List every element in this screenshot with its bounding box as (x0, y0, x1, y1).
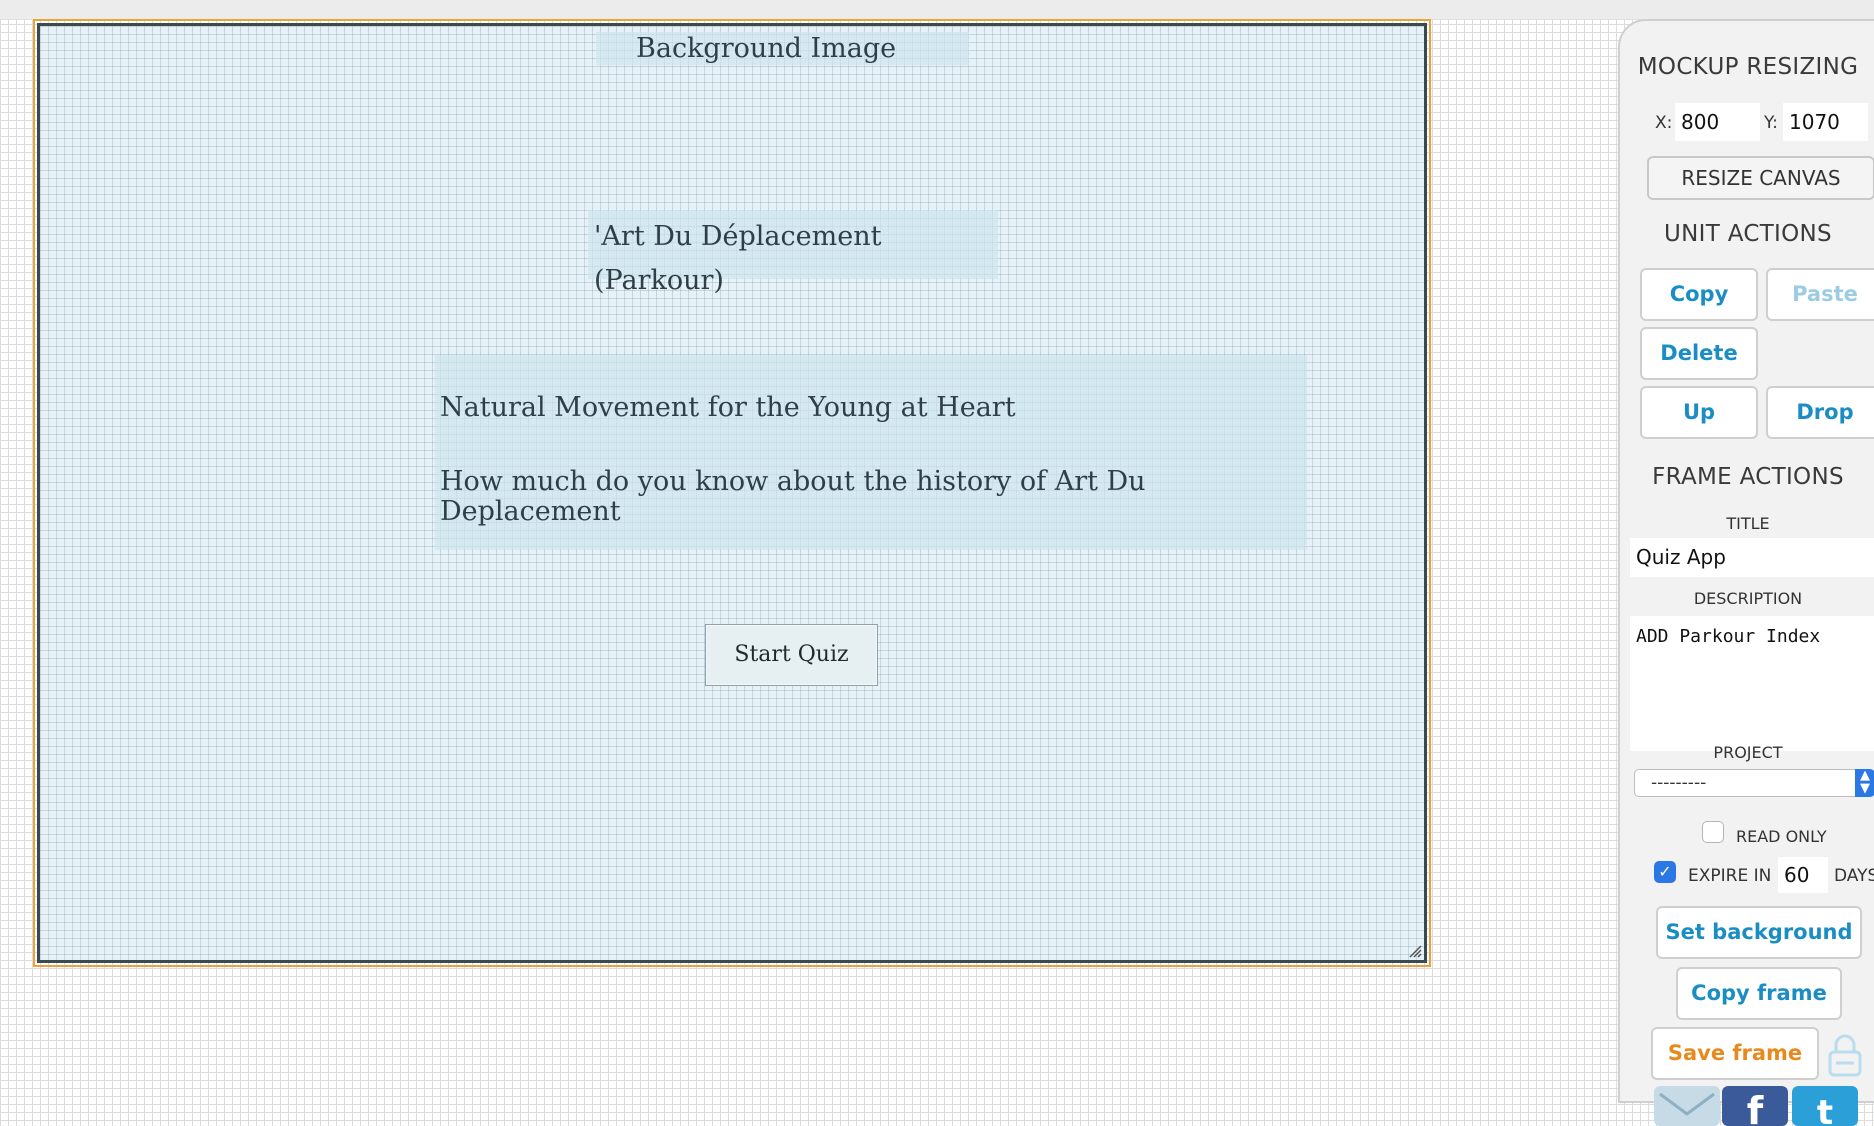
expire-checkbox[interactable]: ✓ (1654, 861, 1676, 883)
svg-text:t: t (1817, 1093, 1833, 1126)
project-select[interactable]: --------- ▲ ▼ (1634, 769, 1874, 797)
facebook-icon[interactable]: f (1722, 1086, 1788, 1126)
y-label: Y: (1764, 113, 1778, 133)
expire-days-input[interactable]: 60 (1778, 857, 1828, 893)
mockup-canvas-frame[interactable]: Background Image 'Art Du Déplacement (Pa… (33, 19, 1431, 967)
frame-actions-heading: FRAME ACTIONS (1652, 464, 1844, 490)
resize-handle-icon[interactable] (1408, 944, 1422, 958)
twitter-icon[interactable]: t (1792, 1086, 1858, 1126)
x-label: X: (1655, 113, 1673, 133)
lock-icon[interactable] (1827, 1033, 1863, 1077)
project-label: PROJECT (1713, 743, 1783, 762)
canvas-title-text[interactable]: 'Art Du Déplacement (Parkour) (588, 210, 998, 296)
mockup-canvas[interactable]: Background Image 'Art Du Déplacement (Pa… (37, 23, 1427, 963)
expire-label: EXPIRE IN (1688, 866, 1772, 886)
description-label: DESCRIPTION (1693, 589, 1803, 608)
subtitle-text: Natural Movement for the Young at Heart (440, 392, 1016, 423)
unit-drop-button[interactable]: Drop (1766, 386, 1874, 439)
frame-title-input[interactable]: Quiz App (1630, 538, 1874, 577)
copy-unit-button[interactable]: Copy (1640, 268, 1758, 321)
select-arrows-icon: ▲ ▼ (1855, 769, 1874, 797)
frame-description-textarea[interactable]: ADD Parkour Index (1630, 616, 1874, 751)
delete-unit-button[interactable]: Delete (1640, 327, 1758, 380)
question-text: How much do you know about the history o… (440, 466, 1146, 527)
top-bar (0, 0, 1874, 20)
start-quiz-button[interactable]: Start Quiz (705, 624, 878, 686)
background-image-label[interactable]: Background Image (596, 32, 969, 65)
resize-canvas-button[interactable]: RESIZE CANVAS (1647, 156, 1874, 200)
read-only-checkbox[interactable] (1702, 821, 1724, 843)
read-only-label: READ ONLY (1736, 827, 1827, 846)
unit-up-button[interactable]: Up (1640, 386, 1758, 439)
canvas-height-input[interactable]: 1070 (1783, 103, 1868, 141)
save-frame-button[interactable]: Save frame (1651, 1027, 1819, 1080)
set-background-button[interactable]: Set background (1656, 906, 1862, 959)
copy-frame-button[interactable]: Copy frame (1676, 967, 1842, 1020)
paste-unit-button[interactable]: Paste (1766, 268, 1874, 321)
mockup-resizing-heading: MOCKUP RESIZING (1637, 54, 1859, 80)
canvas-width-input[interactable]: 800 (1675, 103, 1760, 141)
email-icon[interactable] (1654, 1086, 1720, 1126)
svg-text:f: f (1747, 1089, 1764, 1126)
control-panel: MOCKUP RESIZING X: 800 Y: 1070 RESIZE CA… (1618, 19, 1874, 1126)
days-label: DAYS (1834, 866, 1874, 886)
title-label: TITLE (1726, 514, 1770, 533)
project-select-value: --------- (1651, 773, 1707, 793)
unit-actions-heading: UNIT ACTIONS (1664, 221, 1832, 247)
canvas-text-block[interactable]: Natural Movement for the Young at Heart … (435, 355, 1307, 550)
